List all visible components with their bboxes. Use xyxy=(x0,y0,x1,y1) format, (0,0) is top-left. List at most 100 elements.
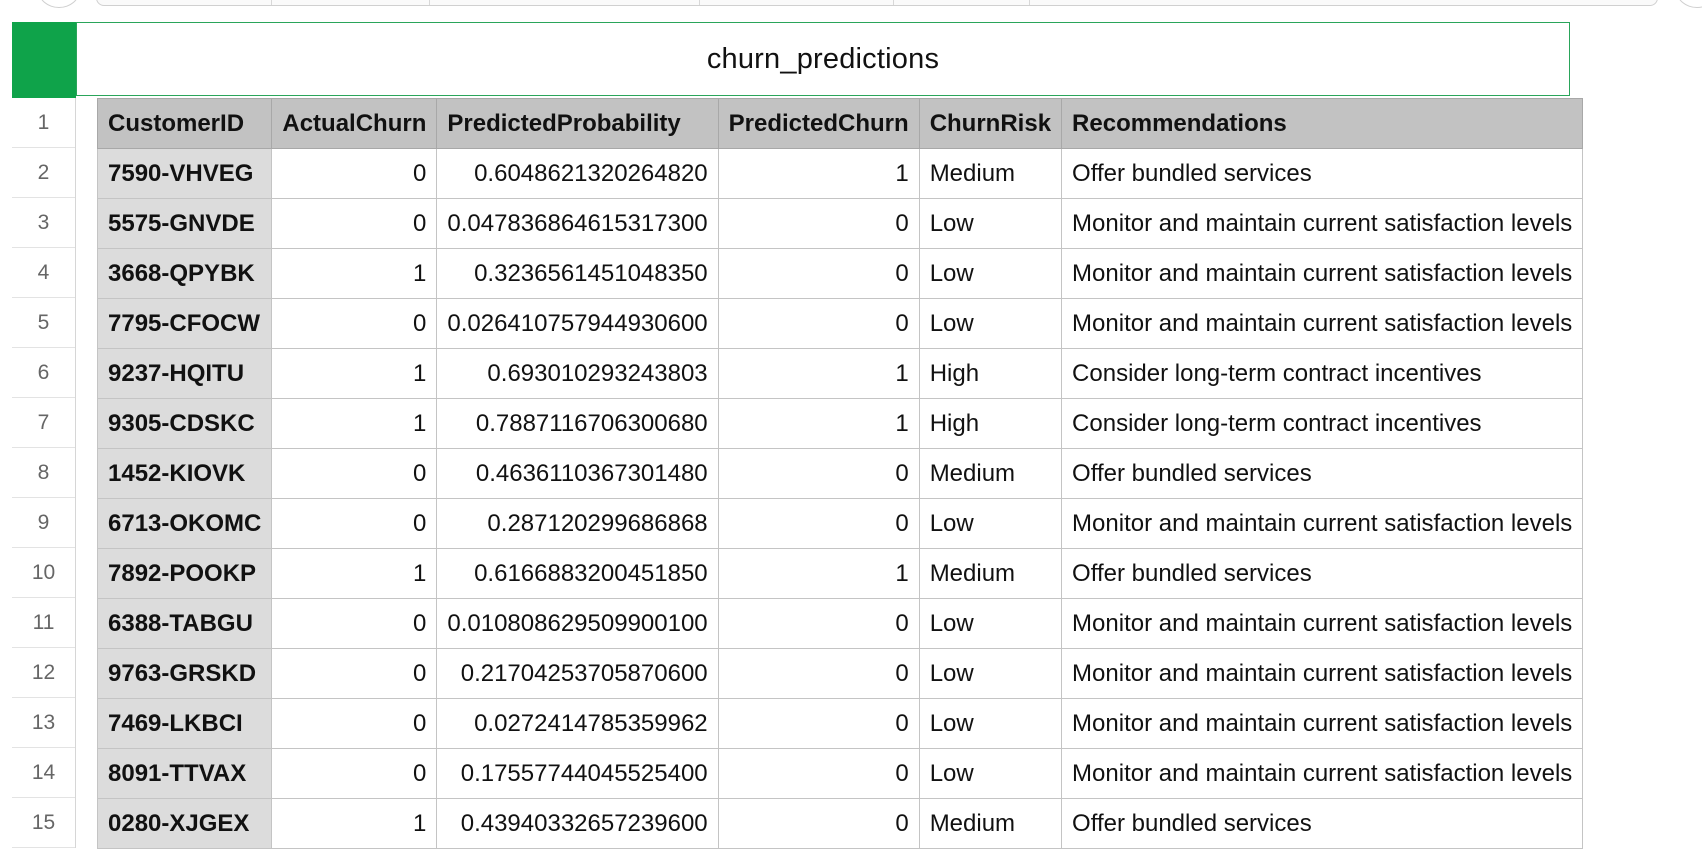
row-header[interactable]: 2 xyxy=(12,148,75,198)
cell-predicted-churn[interactable]: 0 xyxy=(717,248,920,299)
cell-predicted-churn[interactable]: 0 xyxy=(717,298,920,349)
cell-customer-id[interactable]: 9237-HQITU xyxy=(96,348,273,399)
cell-recommendation[interactable]: Monitor and maintain current satisfactio… xyxy=(1061,198,1584,249)
row-header[interactable]: 14 xyxy=(12,748,75,798)
cell-actual-churn[interactable]: 0 xyxy=(271,448,438,499)
cell-churn-risk[interactable]: Low xyxy=(918,698,1063,749)
cell-recommendation[interactable]: Consider long-term contract incentives xyxy=(1061,348,1584,399)
cell-recommendation[interactable]: Offer bundled services xyxy=(1061,548,1584,599)
header-predicted-churn[interactable]: PredictedChurn xyxy=(717,98,920,149)
cell-churn-risk[interactable]: Low xyxy=(918,298,1063,349)
cell-predicted-probability[interactable]: 0.0272414785359962 xyxy=(436,698,719,749)
cell-customer-id[interactable]: 6388-TABGU xyxy=(96,598,273,649)
toolbar-button-left[interactable] xyxy=(38,0,80,8)
cell-recommendation[interactable]: Monitor and maintain current satisfactio… xyxy=(1061,498,1584,549)
cell-actual-churn[interactable]: 0 xyxy=(271,498,438,549)
cell-predicted-churn[interactable]: 0 xyxy=(717,448,920,499)
row-header[interactable]: 10 xyxy=(12,548,75,598)
cell-predicted-probability[interactable]: 0.7887116706300680 xyxy=(436,398,719,449)
row-header[interactable]: 13 xyxy=(12,698,75,748)
cell-actual-churn[interactable]: 0 xyxy=(271,198,438,249)
cell-actual-churn[interactable]: 0 xyxy=(271,148,438,199)
row-header[interactable]: 11 xyxy=(12,598,75,648)
cell-recommendation[interactable]: Monitor and maintain current satisfactio… xyxy=(1061,648,1584,699)
cell-churn-risk[interactable]: Medium xyxy=(918,148,1063,199)
row-header[interactable]: 15 xyxy=(12,798,75,848)
row-header[interactable]: 7 xyxy=(12,398,75,448)
cell-actual-churn[interactable]: 1 xyxy=(271,248,438,299)
cell-customer-id[interactable]: 6713-OKOMC xyxy=(96,498,273,549)
cell-actual-churn[interactable]: 0 xyxy=(271,748,438,799)
cell-actual-churn[interactable]: 0 xyxy=(271,598,438,649)
cell-churn-risk[interactable]: Low xyxy=(918,748,1063,799)
cell-churn-risk[interactable]: High xyxy=(918,398,1063,449)
cell-recommendation[interactable]: Monitor and maintain current satisfactio… xyxy=(1061,298,1584,349)
cell-actual-churn[interactable]: 0 xyxy=(271,698,438,749)
cell-churn-risk[interactable]: Medium xyxy=(918,548,1063,599)
cell-predicted-churn[interactable]: 0 xyxy=(717,698,920,749)
cell-predicted-churn[interactable]: 1 xyxy=(717,398,920,449)
cell-actual-churn[interactable]: 1 xyxy=(271,398,438,449)
cell-actual-churn[interactable]: 1 xyxy=(271,798,438,849)
header-recommendations[interactable]: Recommendations xyxy=(1061,98,1584,149)
cell-churn-risk[interactable]: Low xyxy=(918,598,1063,649)
cell-predicted-probability[interactable]: 0.287120299686868 xyxy=(436,498,719,549)
cell-customer-id[interactable]: 1452-KIOVK xyxy=(96,448,273,499)
cell-recommendation[interactable]: Offer bundled services xyxy=(1061,148,1584,199)
header-customer-id[interactable]: CustomerID xyxy=(96,98,273,149)
header-churn-risk[interactable]: ChurnRisk xyxy=(918,98,1063,149)
row-header[interactable]: 6 xyxy=(12,348,75,398)
cell-recommendation[interactable]: Offer bundled services xyxy=(1061,798,1584,849)
cell-customer-id[interactable]: 0280-XJGEX xyxy=(96,798,273,849)
cell-predicted-probability[interactable]: 0.43940332657239600 xyxy=(436,798,719,849)
row-header[interactable]: 1 xyxy=(12,98,75,148)
cell-actual-churn[interactable]: 0 xyxy=(271,298,438,349)
cell-predicted-probability[interactable]: 0.4636110367301480 xyxy=(436,448,719,499)
cell-recommendation[interactable]: Monitor and maintain current satisfactio… xyxy=(1061,248,1584,299)
row-header[interactable]: 5 xyxy=(12,298,75,348)
cell-predicted-churn[interactable]: 0 xyxy=(717,748,920,799)
cell-customer-id[interactable]: 7892-POOKP xyxy=(96,548,273,599)
cell-predicted-churn[interactable]: 0 xyxy=(717,648,920,699)
cell-recommendation[interactable]: Consider long-term contract incentives xyxy=(1061,398,1584,449)
select-all-corner[interactable] xyxy=(12,22,76,98)
cell-predicted-probability[interactable]: 0.6166883200451850 xyxy=(436,548,719,599)
header-actual-churn[interactable]: ActualChurn xyxy=(271,98,438,149)
cell-recommendation[interactable]: Offer bundled services xyxy=(1061,448,1584,499)
cell-predicted-probability[interactable]: 0.3236561451048350 xyxy=(436,248,719,299)
cell-predicted-probability[interactable]: 0.21704253705870600 xyxy=(436,648,719,699)
cell-predicted-probability[interactable]: 0.047836864615317300 xyxy=(436,198,719,249)
cell-predicted-probability[interactable]: 0.010808629509900100 xyxy=(436,598,719,649)
cell-recommendation[interactable]: Monitor and maintain current satisfactio… xyxy=(1061,748,1584,799)
cell-churn-risk[interactable]: Medium xyxy=(918,448,1063,499)
cell-customer-id[interactable]: 3668-QPYBK xyxy=(96,248,273,299)
row-header[interactable]: 8 xyxy=(12,448,75,498)
cell-churn-risk[interactable]: Low xyxy=(918,498,1063,549)
cell-predicted-churn[interactable]: 0 xyxy=(717,798,920,849)
header-predicted-probability[interactable]: PredictedProbability xyxy=(436,98,719,149)
cell-predicted-probability[interactable]: 0.17557744045525400 xyxy=(436,748,719,799)
row-header[interactable]: 3 xyxy=(12,198,75,248)
cell-predicted-churn[interactable]: 0 xyxy=(717,498,920,549)
cell-churn-risk[interactable]: Low xyxy=(918,248,1063,299)
cell-customer-id[interactable]: 9305-CDSKC xyxy=(96,398,273,449)
cell-predicted-churn[interactable]: 0 xyxy=(717,198,920,249)
cell-actual-churn[interactable]: 0 xyxy=(271,648,438,699)
cell-churn-risk[interactable]: High xyxy=(918,348,1063,399)
cell-customer-id[interactable]: 9763-GRSKD xyxy=(96,648,273,699)
cell-churn-risk[interactable]: Low xyxy=(918,198,1063,249)
cell-predicted-probability[interactable]: 0.6048621320264820 xyxy=(436,148,719,199)
cell-customer-id[interactable]: 7469-LKBCI xyxy=(96,698,273,749)
row-header[interactable]: 9 xyxy=(12,498,75,548)
sheet-title-box[interactable]: churn_predictions xyxy=(76,22,1570,96)
row-header[interactable]: 12 xyxy=(12,648,75,698)
cell-predicted-churn[interactable]: 1 xyxy=(717,348,920,399)
cell-actual-churn[interactable]: 1 xyxy=(271,348,438,399)
cell-recommendation[interactable]: Monitor and maintain current satisfactio… xyxy=(1061,598,1584,649)
cell-predicted-churn[interactable]: 1 xyxy=(717,548,920,599)
cell-predicted-probability[interactable]: 0.693010293243803 xyxy=(436,348,719,399)
cell-customer-id[interactable]: 7795-CFOCW xyxy=(96,298,273,349)
cell-customer-id[interactable]: 8091-TTVAX xyxy=(96,748,273,799)
cell-predicted-probability[interactable]: 0.026410757944930600 xyxy=(436,298,719,349)
cell-churn-risk[interactable]: Medium xyxy=(918,798,1063,849)
